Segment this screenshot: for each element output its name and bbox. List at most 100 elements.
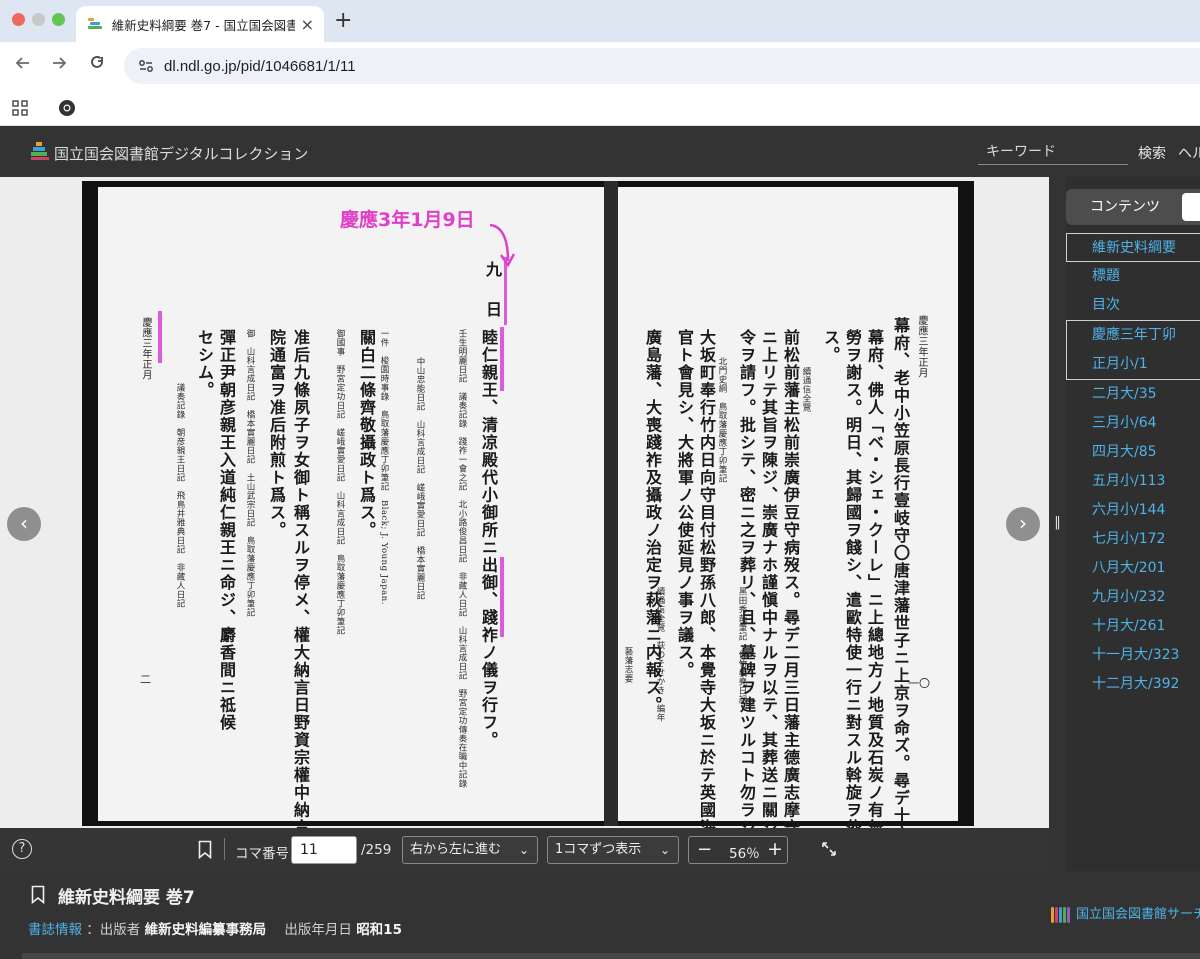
contents-sidebar: コンテンツ 維新史料綱要 標題 目次 慶應三年丁卯 正月小/1 二月大/35 三… <box>1066 177 1200 871</box>
omnibox[interactable]: dl.ndl.go.jp/pid/1046681/1/11 <box>124 48 1200 84</box>
book-title: 維新史料綱要 巻7 <box>58 888 195 908</box>
entry-text: 勞ヲ謝ス。明日、其歸國ヲ餞シ、遣歐特使一行ニ對スル斡旋ヲ依頼 <box>843 329 862 828</box>
zoom-out-button[interactable]: − <box>697 839 712 860</box>
entry-text: セシム。 <box>195 329 214 399</box>
previous-page-button[interactable]: ‹ <box>7 507 41 541</box>
source-text: 黑田秀哉筆記 佐竹義堯日記 <box>737 587 747 704</box>
toc-item[interactable]: 四月大/85 <box>1066 438 1200 467</box>
source-text: 藝藩志要 <box>623 647 633 683</box>
bibliographic-info: 維新史料綱要 巻7 書誌情報 ：出版者 維新史料編纂事務局 出版年月日 昭和15… <box>0 871 1200 959</box>
biblio-line: 書誌情報 ：出版者 維新史料編纂事務局 出版年月日 昭和15 <box>28 918 402 938</box>
toc-item[interactable]: 三月小/64 <box>1066 409 1200 438</box>
toc-item[interactable]: 慶應三年丁卯 <box>1067 321 1200 350</box>
zoom-in-button[interactable]: + <box>767 838 783 860</box>
publisher-value: 維新史料編纂事務局 <box>144 922 267 938</box>
entry-text: 令ヲ請フ。批シテ、密ニ之ヲ葬リ、且、墓碑ヲ建ツルコト勿ラシム。 <box>737 329 756 828</box>
ndl-search-link[interactable]: 国立国会図書館サーチ <box>1050 903 1200 925</box>
display-mode-value: 1コマずつ表示 <box>555 842 642 857</box>
frame-number-label: コマ番号 <box>235 846 289 862</box>
next-page-button[interactable]: › <box>1006 507 1040 541</box>
panel-resize-handle[interactable]: ‖ <box>1049 177 1066 871</box>
entry-text: 彈正尹朝彦親王入道純仁親王ニ命ジ、麝香間ニ祗候 <box>217 329 236 732</box>
toc-item[interactable]: 七月小/172 <box>1066 525 1200 554</box>
entry-text: ス。 <box>821 329 840 364</box>
table-of-contents: 維新史料綱要 標題 目次 慶應三年丁卯 正月小/1 二月大/35 三月小/64 … <box>1066 233 1200 699</box>
ndl-logo-icon[interactable] <box>30 140 50 162</box>
forward-arrow-icon[interactable] <box>50 54 68 77</box>
bottom-strip <box>22 953 1200 959</box>
toc-current-group: 慶應三年丁卯 正月小/1 <box>1066 320 1200 380</box>
image-viewer[interactable]: 慶應三年正月 九 日 睦仁親王、清凉殿代小御所ニ出御、踐祚ノ儀ヲ行フ。 壬生明麗… <box>0 177 1049 828</box>
entry-text: 官ト會見シ、大將軍ノ公使延見ノ事ヲ議ス。 <box>675 329 694 679</box>
ndl-search-logo-icon <box>1050 905 1072 925</box>
sidebar-tabs: コンテンツ <box>1066 189 1200 225</box>
toc-item[interactable]: 八月大/201 <box>1066 554 1200 583</box>
source-text: 中山忠能日記 山科言成日記 嵯峨實愛日記 橋本實麗日記 <box>415 357 425 600</box>
toc-item[interactable]: 十月大/261 <box>1066 612 1200 641</box>
entry-text: 准后九條夙子ヲ女御ト稱スルヲ停メ、權大納言日野資宗權中納言中 <box>291 329 310 828</box>
entry-text: 幕府、佛人「ベ・シェ・クーレ」ニ上總地方ノ地質及石炭ノ有無調査ノ <box>865 329 884 828</box>
chrome-icon[interactable] <box>58 99 76 121</box>
window-zoom-button[interactable] <box>52 13 65 26</box>
search-button[interactable]: 検索 <box>1138 143 1166 163</box>
ndl-favicon-icon <box>86 16 104 32</box>
entry-text: 大坂町奉行竹内日向守目付松野孫八郎、本覺寺大坂ニ於テ英國海軍士 <box>697 329 716 828</box>
browser-tab[interactable]: 維新史料綱要 巻7 - 国立国会図書館デジタルコレクション × <box>76 6 324 42</box>
highlight-mark <box>500 327 504 391</box>
tab-other[interactable] <box>1182 193 1200 221</box>
toc-item[interactable]: 六月小/144 <box>1066 496 1200 525</box>
date-value: 昭和15 <box>356 922 402 938</box>
site-header: 国立国会図書館デジタルコレクション 検索 ヘルプ <box>0 126 1200 177</box>
tab-contents[interactable]: コンテンツ <box>1072 193 1178 221</box>
toc-item-current[interactable]: 正月小/1 <box>1067 350 1200 379</box>
toc-item[interactable]: 九月小/232 <box>1066 583 1200 612</box>
apps-grid-icon[interactable] <box>12 100 28 120</box>
site-title[interactable]: 国立国会図書館デジタルコレクション <box>54 143 308 164</box>
back-arrow-icon[interactable] <box>14 54 32 77</box>
fullscreen-icon[interactable] <box>820 840 838 858</box>
new-tab-button[interactable]: + <box>334 8 352 33</box>
running-head: 慶應三年正月 <box>140 317 151 380</box>
entry-text: 關白二條齊敬攝政ト爲ス。 <box>357 329 376 539</box>
display-mode-select[interactable]: 1コマずつ表示 ⌄ <box>547 836 679 864</box>
window-minimize-button[interactable] <box>32 13 45 26</box>
window-close-button[interactable] <box>12 13 25 26</box>
keyword-search-input[interactable] <box>978 139 1128 165</box>
tab-close-icon[interactable]: × <box>301 15 314 34</box>
chevron-down-icon: ⌄ <box>659 843 670 857</box>
ndl-search-label: 国立国会図書館サーチ <box>1076 907 1200 922</box>
running-head: 慶應三年正月 <box>916 315 927 378</box>
toc-item[interactable]: 目次 <box>1066 291 1200 320</box>
date-mark-suffix: 日 <box>483 301 502 319</box>
entry-text: ニ上リテ其旨ヲ陳ジ、崇廣ナホ謹愼中ナルヲ以テ、其葬送ニ關シ指 <box>759 329 778 828</box>
highlight-mark <box>500 557 504 637</box>
entry-text: 廣島藩、大喪踐祚及攝政ノ治定ヲ萩藩ニ内報ス。 <box>643 329 662 714</box>
entry-text: 院通富ヲ准后附煎ト爲ス。 <box>267 329 286 539</box>
page-direction-select[interactable]: 右から左に進む ⌄ <box>402 836 538 864</box>
zoom-level: 56％ <box>729 846 760 862</box>
reload-icon[interactable] <box>88 54 106 77</box>
viewer-toolbar: ? コマ番号 /259 右から左に進む ⌄ 1コマずつ表示 ⌄ − 56％ + <box>0 828 1049 871</box>
help-icon[interactable]: ? <box>12 839 32 859</box>
bookmark-icon[interactable] <box>31 885 45 905</box>
entry-text: 前松前藩主松前崇廣伊豆守病歿ス。尋デ二月三日藩主德廣志摩守書ヲ幕府 <box>781 329 800 828</box>
toc-item[interactable]: 二月大/35 <box>1066 380 1200 409</box>
page-direction-value: 右から左に進む <box>410 842 502 857</box>
toc-item[interactable]: 維新史料綱要 <box>1066 233 1200 262</box>
frame-number-input[interactable] <box>291 836 357 864</box>
toc-item[interactable]: 五月小/113 <box>1066 467 1200 496</box>
site-settings-icon[interactable] <box>138 58 154 74</box>
toc-item[interactable]: 十二月大/392 <box>1066 670 1200 699</box>
help-link[interactable]: ヘルプ <box>1178 143 1200 163</box>
url-text: dl.ndl.go.jp/pid/1046681/1/11 <box>164 57 356 75</box>
entry-text: 睦仁親王、清凉殿代小御所ニ出御、踐祚ノ儀ヲ行フ。 <box>479 329 498 749</box>
biblio-info-link[interactable]: 書誌情報 <box>28 922 82 938</box>
address-bar: dl.ndl.go.jp/pid/1046681/1/11 <box>0 42 1200 90</box>
toc-item[interactable]: 標題 <box>1066 262 1200 291</box>
date-annotation: 慶應3年1月9日 <box>340 209 475 231</box>
entry-text: 幕府、老中小笠原長行壹岐守〇唐津藩世子ニ上京ヲ命ズ。尋デ十六日其命ヲ停ム。 <box>891 317 910 828</box>
bookmark-icon[interactable] <box>198 840 212 860</box>
book-spread-image: 慶應三年正月 九 日 睦仁親王、清凉殿代小御所ニ出御、踐祚ノ儀ヲ行フ。 壬生明麗… <box>82 181 974 828</box>
bookmarks-bar <box>0 90 1200 126</box>
toc-item[interactable]: 十一月大/323 <box>1066 641 1200 670</box>
